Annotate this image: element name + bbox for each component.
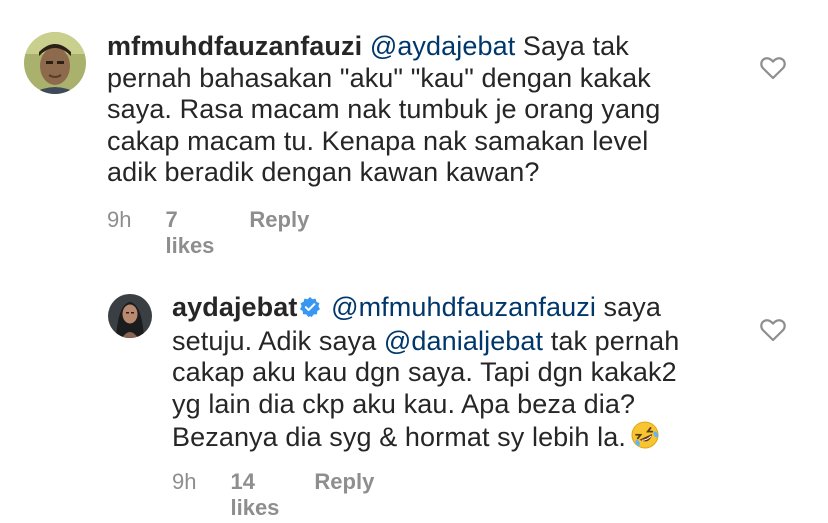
comment-meta: 9h 7 likes Reply	[107, 207, 309, 259]
verified-badge-icon	[299, 294, 321, 326]
comment-text-fragment: tak pernah	[543, 325, 680, 356]
rolling-on-floor-laughing-emoji-icon	[630, 420, 660, 458]
mention-link[interactable]: @aydajebat	[370, 31, 516, 61]
comment-line: Bezanya dia syg & hormat sy lebih la.	[172, 420, 762, 458]
comment-text-fragment: Saya tak	[515, 31, 629, 61]
comment-line: adik beradik dengan kawan kawan?	[107, 157, 540, 187]
comment-line: pernah bahasakan "aku" "kau" dengan kaka…	[107, 62, 651, 93]
avatar[interactable]	[108, 294, 152, 338]
reply-button[interactable]: Reply	[314, 469, 374, 495]
username-link[interactable]: mfmuhdfauzanfauzi	[107, 31, 362, 61]
comment-text: mfmuhdfauzanfauzi @aydajebat Saya tak pe…	[107, 31, 757, 189]
avatar[interactable]	[24, 32, 86, 94]
mention-link[interactable]: @mfmuhdfauzanfauzi	[331, 292, 596, 322]
likes-count[interactable]: 14 likes	[230, 469, 279, 521]
comment-line: cakap macam tu. Kenapa nak samakan level	[107, 125, 649, 156]
comment-line: aydajebat @mfmuhdfauzanfauzi saya	[172, 292, 762, 326]
heart-outline-icon[interactable]	[760, 318, 786, 347]
comment-text-fragment: setuju. Adik saya	[172, 325, 384, 356]
comment-text-fragment: Bezanya dia syg & hormat sy lebih la.	[172, 422, 626, 452]
username-link[interactable]: aydajebat	[172, 292, 297, 322]
comment-line: setuju. Adik saya @danialjebat tak perna…	[172, 326, 762, 358]
timestamp: 9h	[107, 207, 132, 232]
comment-line: mfmuhdfauzanfauzi @aydajebat Saya tak	[107, 31, 757, 63]
comment-line: yg lain dia ckp aku kau. Apa beza dia?	[172, 388, 636, 419]
timestamp: 9h	[172, 469, 197, 494]
heart-outline-icon[interactable]	[760, 56, 786, 85]
comment-line: cakap aku kau dgn saya. Tapi dgn kakak2	[172, 357, 677, 387]
comment-line: saya. Rasa macam nak tumbuk je orang yan…	[107, 94, 661, 124]
comment-text: aydajebat @mfmuhdfauzanfauzi saya setuju…	[172, 292, 762, 458]
likes-count[interactable]: 7 likes	[165, 207, 214, 259]
comment-meta: 9h 14 likes Reply	[172, 469, 374, 521]
comment-text-fragment: saya	[595, 292, 661, 322]
mention-link[interactable]: @danialjebat	[384, 326, 543, 356]
reply-button[interactable]: Reply	[249, 207, 309, 233]
